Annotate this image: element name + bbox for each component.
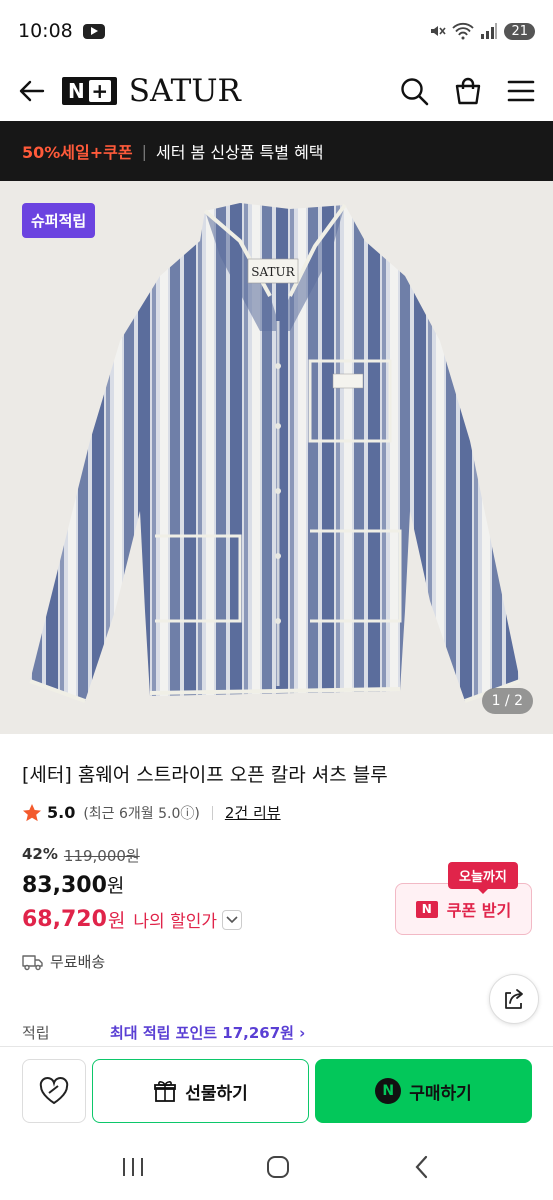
my-price-label: 나의 할인가 (133, 912, 217, 932)
rating-score: 5.0 (47, 803, 76, 822)
status-bar: 10:08 21 (0, 0, 553, 62)
wifi-icon (452, 22, 475, 40)
search-icon[interactable] (399, 76, 429, 106)
product-title: [세터] 홈웨어 스트라이프 오픈 칼라 셔츠 블루 (22, 764, 388, 786)
bottom-action-bar: 선물하기 N 구매하기 (0, 1046, 553, 1134)
get-coupon-button[interactable]: N 쿠폰 받기 (395, 883, 532, 935)
app-header: N + SATUR (0, 62, 553, 120)
status-icons: 21 (428, 22, 535, 40)
buy-button[interactable]: N 구매하기 (315, 1059, 532, 1123)
my-price-unit: 원 (107, 910, 126, 932)
promo-text: 세터 봄 신상품 특별 혜택 (155, 143, 324, 162)
discount-rate: 42% (22, 845, 58, 863)
signal-icon (481, 23, 498, 39)
naver-pay-icon: N (375, 1078, 402, 1104)
buy-label: 구매하기 (409, 1083, 472, 1104)
plus-icon: + (88, 79, 111, 103)
review-count-link[interactable]: 2건 리뷰 (225, 802, 281, 823)
image-counter: 1 / 2 (481, 688, 533, 714)
points-label: 적립 (22, 1024, 50, 1042)
brand-logo[interactable]: SATUR (129, 73, 241, 109)
points-link[interactable]: 최대 적립 포인트 17,267원 › (110, 1022, 305, 1043)
shipping-label: 무료배송 (50, 953, 106, 971)
super-points-badge: 슈퍼적립 (22, 203, 96, 238)
home-icon[interactable] (265, 1154, 291, 1180)
share-button[interactable] (489, 974, 539, 1024)
like-button[interactable] (22, 1059, 86, 1123)
youtube-notification-icon (82, 23, 105, 39)
my-price-value: 68,720 (22, 907, 107, 932)
coupon-deadline-tag: 오늘까지 (448, 862, 518, 894)
rating-row: 5.0 (최근 6개월 5.0ⓘ) 2건 리뷰 (22, 802, 281, 823)
truck-icon (22, 954, 43, 970)
sale-price: 83,300원 (22, 871, 124, 898)
rating-divider (211, 805, 213, 820)
naver-plus-logo[interactable]: N + (62, 77, 117, 105)
original-price: 119,000원 (63, 847, 140, 865)
star-icon (23, 803, 41, 821)
chevron-down-icon[interactable] (222, 909, 242, 930)
naver-logo-icon: N (415, 900, 438, 918)
promo-separator: | (141, 141, 147, 161)
share-icon (505, 989, 523, 1009)
discount-line: 42% 119,000원 (22, 845, 140, 866)
battery-indicator: 21 (504, 22, 535, 40)
rating-period[interactable]: (최근 6개월 5.0ⓘ) (83, 803, 200, 823)
gift-icon (154, 1081, 177, 1102)
heart-icon (39, 1077, 69, 1105)
get-coupon-label: 쿠폰 받기 (446, 901, 512, 920)
naver-plus-letter: N (68, 79, 85, 103)
sale-price-unit: 원 (106, 875, 125, 897)
mute-icon (431, 26, 447, 36)
shopping-bag-icon[interactable] (453, 76, 483, 106)
gift-label: 선물하기 (185, 1083, 248, 1104)
my-discount-price[interactable]: 68,720 원 나의 할인가 (22, 906, 242, 933)
gift-button[interactable]: 선물하기 (92, 1059, 309, 1123)
shipping-info: 무료배송 (22, 951, 105, 972)
sale-price-value: 83,300 (22, 873, 107, 898)
points-row: 적립 최대 적립 포인트 17,267원 › (22, 1022, 305, 1043)
system-nav-bar (0, 1134, 553, 1200)
recent-apps-icon[interactable] (120, 1155, 146, 1179)
product-image-gallery[interactable]: SATUR 슈퍼적립 1 / 2 (0, 181, 553, 734)
menu-icon[interactable] (507, 78, 535, 104)
promo-banner[interactable]: 50%세일+쿠폰 | 세터 봄 신상품 특별 혜택 (0, 121, 553, 181)
promo-highlight: 50%세일+쿠폰 (22, 143, 133, 162)
back-arrow-icon[interactable] (18, 77, 46, 105)
product-image: SATUR (0, 181, 553, 734)
system-back-icon[interactable] (411, 1154, 433, 1180)
garment-label-text: SATUR (251, 265, 295, 279)
status-time: 10:08 (18, 20, 73, 42)
